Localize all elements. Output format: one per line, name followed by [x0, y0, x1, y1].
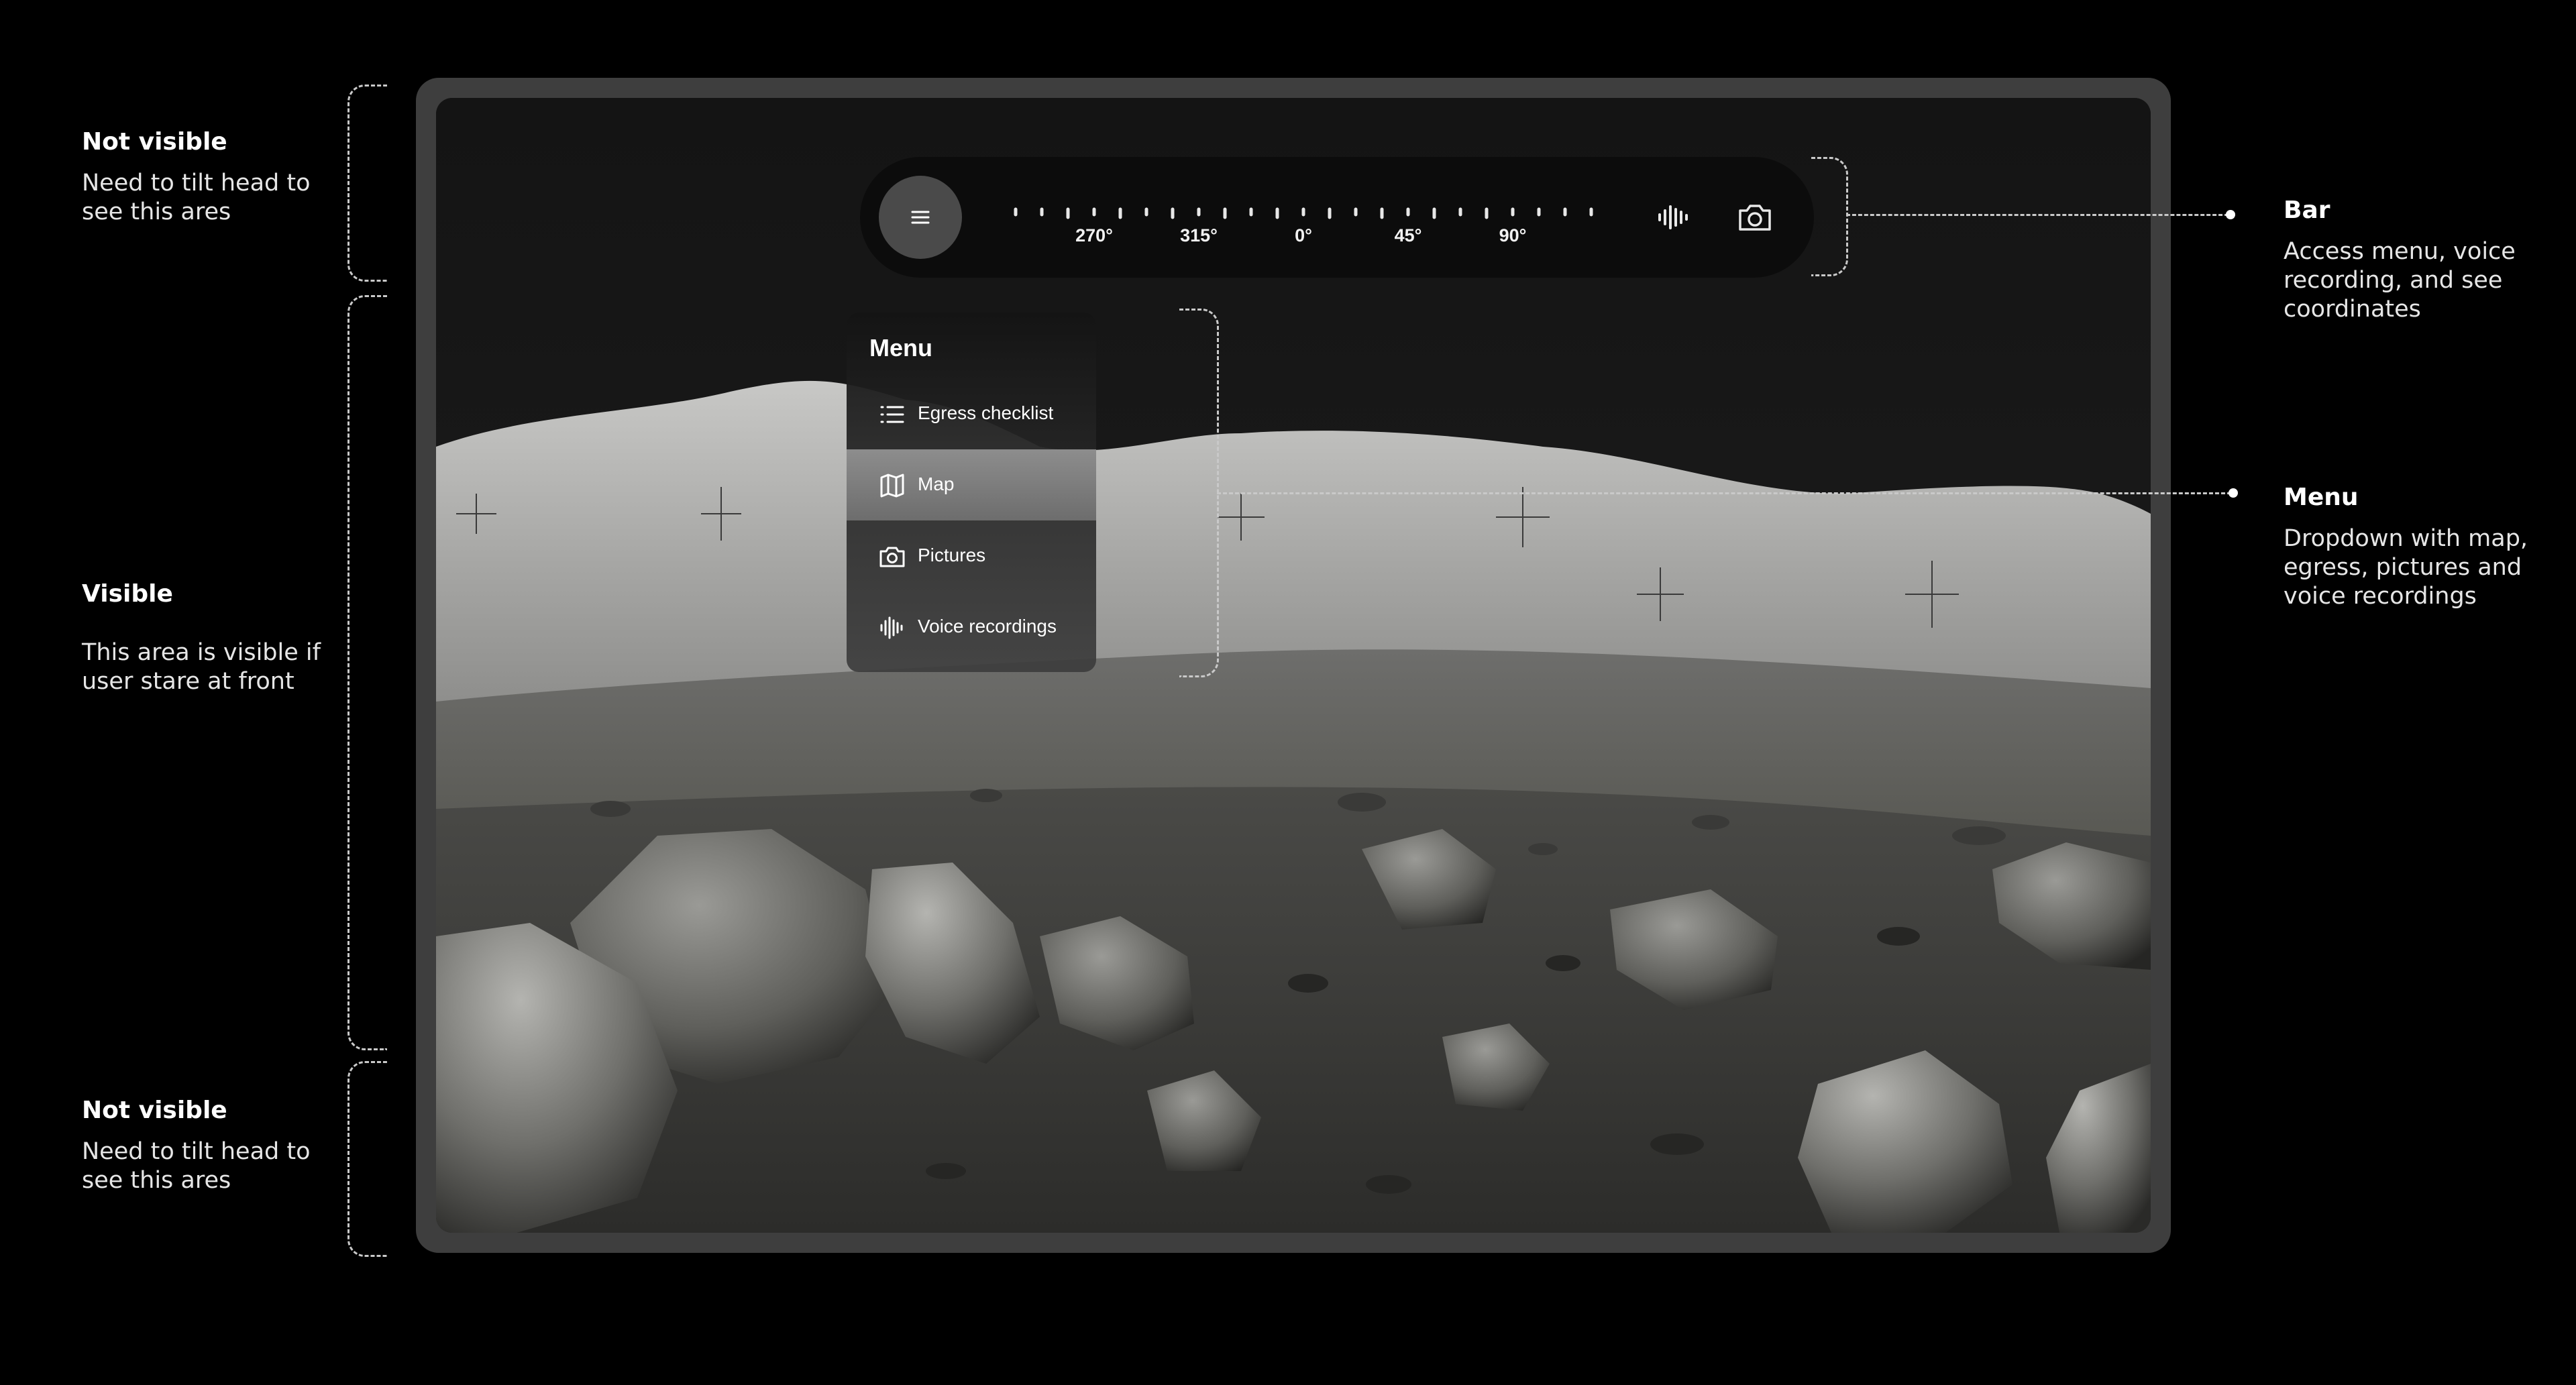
menu-item-map[interactable]: Map: [847, 449, 1096, 520]
menu-dropdown: Menu Egress checklist Map Pictures Voice…: [847, 313, 1096, 672]
annotation-top-desc: Need to tilt head to see this ares: [82, 170, 311, 225]
menu-item-label: Map: [918, 474, 955, 494]
headset-view-frame: 270° 315° 0° 45° 90° Menu Egress checkli…: [416, 78, 2171, 1253]
camera-icon: [1739, 205, 1771, 231]
annotation-bottom-title: Not visible: [82, 1097, 227, 1124]
bracket-bottom: [347, 1061, 387, 1257]
headset-screen: 270° 315° 0° 45° 90° Menu Egress checkli…: [436, 98, 2151, 1233]
map-icon: [880, 474, 904, 498]
annotation-top: Not visible Need to tilt head to see thi…: [82, 127, 311, 227]
menu-item-voice-recordings[interactable]: Voice recordings: [847, 592, 1096, 663]
annotation-bar-desc: Access menu, voice recording, and see co…: [2284, 238, 2516, 323]
compass-heading-strip: 270° 315° 0° 45° 90°: [1009, 157, 1613, 278]
menu-item-egress-checklist[interactable]: Egress checklist: [847, 378, 1096, 449]
annotation-menu: Menu Dropdown with map, egress, pictures…: [2284, 483, 2528, 611]
annotation-menu-title: Menu: [2284, 484, 2359, 511]
checklist-icon: [880, 406, 904, 423]
waveform-icon: [880, 616, 903, 639]
menu-item-label: Egress checklist: [918, 402, 1054, 423]
menu-callout-dot: [2229, 488, 2238, 498]
compass-label-315: 315°: [1180, 225, 1218, 245]
menu-title: Menu: [869, 334, 932, 362]
bar-callout-bracket: [1811, 157, 1848, 276]
annotation-middle: Visible This area is visible if user sta…: [82, 579, 321, 696]
menu-item-label: Pictures: [918, 545, 986, 565]
annotation-middle-title: Visible: [82, 580, 173, 608]
menu-item-pictures[interactable]: Pictures: [847, 520, 1096, 592]
camera-icon: [879, 547, 905, 567]
annotation-bottom-desc: Need to tilt head to see this ares: [82, 1138, 311, 1194]
top-bar: 270° 315° 0° 45° 90°: [860, 157, 1814, 278]
annotation-bottom: Not visible Need to tilt head to see thi…: [82, 1096, 311, 1195]
compass-label-45: 45°: [1394, 225, 1422, 245]
camera-button[interactable]: [1728, 190, 1782, 244]
waveform-icon: [1658, 205, 1688, 229]
menu-callout-line: [1217, 492, 2231, 494]
bar-callout-line: [1846, 214, 2229, 216]
compass-ticks: [1014, 207, 1593, 219]
annotation-menu-desc: Dropdown with map, egress, pictures and …: [2284, 525, 2528, 610]
annotation-top-title: Not visible: [82, 128, 227, 156]
annotation-middle-desc: This area is visible if user stare at fr…: [82, 639, 321, 695]
annotation-bar-title: Bar: [2284, 197, 2330, 224]
menu-callout-bracket: [1179, 309, 1219, 677]
menu-button[interactable]: [879, 176, 962, 259]
annotation-bar: Bar Access menu, voice recording, and se…: [2284, 196, 2516, 324]
bracket-middle: [347, 295, 387, 1050]
bar-callout-dot: [2226, 210, 2235, 219]
menu-item-label: Voice recordings: [918, 616, 1057, 636]
compass-label-90: 90°: [1499, 225, 1527, 245]
bracket-top: [347, 85, 387, 282]
compass-label-0: 0°: [1295, 225, 1312, 245]
hamburger-icon: [911, 211, 930, 224]
voice-recording-button[interactable]: [1646, 190, 1700, 244]
compass-label-270: 270°: [1075, 225, 1113, 245]
